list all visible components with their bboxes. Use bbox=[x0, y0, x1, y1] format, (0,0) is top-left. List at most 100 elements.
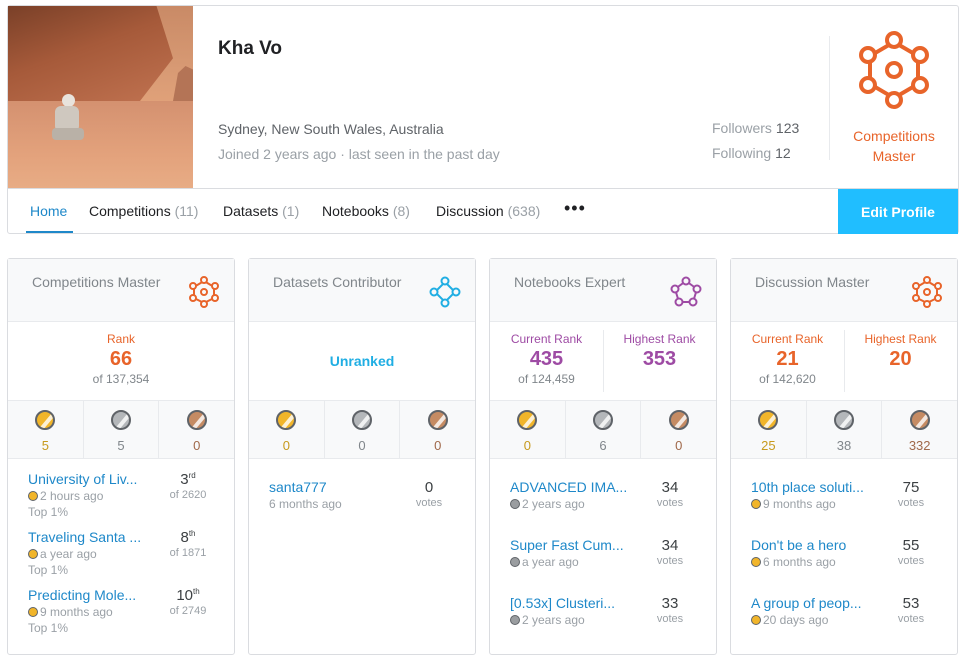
item-title[interactable]: A group of peop... bbox=[751, 595, 876, 611]
current-rank-total: of 142,620 bbox=[759, 372, 816, 386]
gold-medal-icon bbox=[751, 499, 761, 509]
silver-medal-icon bbox=[510, 615, 520, 625]
profile-header: Kha Vo Sydney, New South Wales, Australi… bbox=[7, 5, 959, 234]
list-item[interactable]: ADVANCED IMA... 2 years ago 34 votes bbox=[510, 479, 700, 529]
list-item[interactable]: Traveling Santa ... a year ago Top 1% 8t… bbox=[28, 529, 218, 579]
active-tab-indicator bbox=[26, 231, 73, 233]
silver-count: 6 bbox=[599, 438, 607, 453]
list-item[interactable]: 10th place soluti... 9 months ago 75 vote… bbox=[751, 479, 941, 529]
discussion-hex-icon bbox=[912, 276, 942, 308]
notebooks-icon bbox=[670, 276, 702, 307]
silver-medal-icon bbox=[834, 410, 854, 430]
gold-medal-icon bbox=[751, 557, 761, 567]
item-title[interactable]: 10th place soluti... bbox=[751, 479, 876, 495]
item-percentile: Top 1% bbox=[28, 621, 69, 635]
gold-medal-icon bbox=[751, 615, 761, 625]
silver-medal-icon bbox=[352, 410, 372, 430]
silver-count: 5 bbox=[117, 438, 125, 453]
gold-medal-icon bbox=[517, 410, 538, 430]
highest-rank-value: 353 bbox=[642, 348, 677, 370]
gold-count: 0 bbox=[282, 438, 290, 453]
competitions-master-icon bbox=[859, 31, 929, 109]
card-title: Competitions Master bbox=[32, 274, 161, 290]
astronaut-figure bbox=[50, 94, 84, 144]
gold-medal-icon bbox=[35, 410, 56, 430]
item-title[interactable]: Traveling Santa ... bbox=[28, 529, 153, 545]
profile-tabs: Home Competitions (11) Datasets (1) Note… bbox=[8, 188, 958, 234]
current-rank-label: Current Rank bbox=[751, 332, 824, 346]
item-percentile: Top 1% bbox=[28, 505, 69, 519]
item-title[interactable]: ADVANCED IMA... bbox=[510, 479, 635, 495]
tab-discussion[interactable]: Discussion (638) bbox=[436, 203, 540, 219]
datasets-icon bbox=[429, 276, 461, 308]
tier-label: Competitions Master bbox=[853, 128, 935, 164]
tab-notebooks[interactable]: Notebooks (8) bbox=[322, 203, 410, 219]
list-item[interactable]: A group of peop... 20 days ago 53 votes bbox=[751, 595, 941, 645]
highest-rank-label: Highest Rank bbox=[623, 332, 696, 346]
rank-total: of 137,354 bbox=[92, 372, 150, 386]
card-title: Datasets Contributor bbox=[273, 274, 402, 290]
following-label: Following bbox=[712, 145, 772, 161]
gold-medal-icon bbox=[28, 549, 38, 559]
silver-medal-icon bbox=[510, 557, 520, 567]
competitions-hex-icon bbox=[189, 276, 219, 308]
tab-datasets[interactable]: Datasets (1) bbox=[223, 203, 299, 219]
edit-profile-button[interactable]: Edit Profile bbox=[838, 189, 958, 234]
item-title[interactable]: santa777 bbox=[269, 479, 394, 495]
bronze-medal-icon bbox=[186, 410, 207, 430]
list-item[interactable]: University of Liv... 2 hours ago Top 1% … bbox=[28, 471, 218, 521]
card-title: Discussion Master bbox=[755, 274, 870, 290]
rank-label: Rank bbox=[106, 332, 135, 346]
followers-label: Followers bbox=[712, 120, 772, 136]
highest-rank-value: 20 bbox=[889, 348, 912, 370]
item-percentile: Top 1% bbox=[28, 563, 69, 577]
item-title[interactable]: Don't be a hero bbox=[751, 537, 876, 553]
gold-medal-icon bbox=[28, 491, 38, 501]
notebooks-card: Notebooks Expert Current Rank 435 of 124… bbox=[489, 258, 717, 655]
item-title[interactable]: University of Liv... bbox=[28, 471, 153, 487]
medal-row: 0 6 0 bbox=[490, 401, 716, 459]
list-item[interactable]: Predicting Mole... 9 months ago Top 1% 1… bbox=[28, 587, 218, 637]
discussion-card: Discussion Master Current Rank 21 of 142… bbox=[730, 258, 958, 655]
following-link[interactable]: Following 12 bbox=[712, 145, 791, 161]
bronze-count: 332 bbox=[908, 438, 931, 453]
rank-value: 66 bbox=[109, 348, 133, 370]
gold-medal-icon bbox=[276, 410, 297, 430]
card-title: Notebooks Expert bbox=[514, 274, 626, 290]
silver-medal-icon bbox=[593, 410, 613, 430]
bronze-count: 0 bbox=[193, 438, 201, 453]
current-rank-value: 21 bbox=[776, 348, 799, 370]
profile-name: Kha Vo bbox=[218, 38, 283, 59]
tab-competitions[interactable]: Competitions (11) bbox=[89, 203, 198, 219]
medal-row: 25 38 332 bbox=[731, 401, 957, 459]
bronze-medal-icon bbox=[909, 410, 930, 430]
followers-count: 123 bbox=[775, 120, 800, 136]
item-title[interactable]: Super Fast Cum... bbox=[510, 537, 635, 553]
highest-rank-label: Highest Rank bbox=[864, 332, 937, 346]
unranked-label: Unranked bbox=[329, 353, 395, 369]
tab-home[interactable]: Home bbox=[30, 203, 67, 219]
silver-medal-icon bbox=[510, 499, 520, 509]
item-title[interactable]: [0.53x] Clusteri... bbox=[510, 595, 635, 611]
list-item[interactable]: santa777 6 months ago 0 votes bbox=[269, 479, 459, 529]
silver-count: 0 bbox=[358, 438, 366, 453]
item-title[interactable]: Predicting Mole... bbox=[28, 587, 153, 603]
gold-count: 0 bbox=[523, 438, 531, 453]
list-item[interactable]: [0.53x] Clusteri... 2 years ago 33 votes bbox=[510, 595, 700, 645]
bronze-medal-icon bbox=[668, 410, 689, 430]
medal-row: 0 0 0 bbox=[249, 401, 475, 459]
following-count: 12 bbox=[775, 145, 791, 161]
more-options-icon[interactable]: ••• bbox=[564, 198, 586, 219]
current-rank-label: Current Rank bbox=[510, 332, 583, 346]
competitions-card: Competitions Master Rank 66 of 137,354 5… bbox=[7, 258, 235, 655]
list-item[interactable]: Super Fast Cum... a year ago 34 votes bbox=[510, 537, 700, 587]
bronze-count: 0 bbox=[434, 438, 442, 453]
divider bbox=[829, 36, 830, 160]
profile-location: Sydney, New South Wales, Australia bbox=[218, 121, 444, 137]
followers-link[interactable]: Followers 123 bbox=[712, 120, 799, 136]
gold-medal-icon bbox=[758, 410, 779, 430]
profile-joined: Joined 2 years ago · last seen in the pa… bbox=[218, 146, 500, 162]
bronze-count: 0 bbox=[675, 438, 683, 453]
list-item[interactable]: Don't be a hero 6 months ago 55 votes bbox=[751, 537, 941, 587]
medal-row: 5 5 0 bbox=[8, 401, 234, 459]
